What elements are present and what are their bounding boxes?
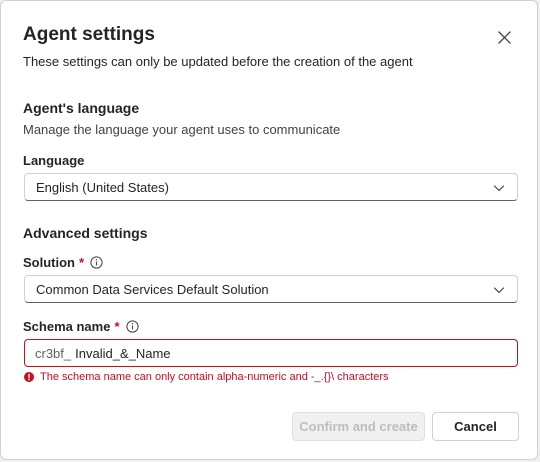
cancel-button[interactable]: Cancel [432,412,519,441]
language-selected-value: English (United States) [36,179,169,195]
language-label-text: Language [23,153,85,168]
error-text: The schema name can only contain alpha-n… [40,371,389,383]
language-section-description: Manage the language your agent uses to c… [23,122,341,137]
solution-label-text: Solution [23,255,75,270]
schema-name-label-text: Schema name [23,319,111,334]
close-icon [497,30,511,44]
schema-name-input[interactable]: cr3bf_ Invalid_&_Name [24,339,518,367]
required-marker: * [79,255,85,270]
schema-name-prefix: cr3bf_ [35,345,72,361]
chevron-down-icon [493,182,505,194]
solution-dropdown[interactable]: Common Data Services Default Solution [24,275,518,303]
dialog-title: Agent settings [23,24,155,45]
schema-name-error-message: The schema name can only contain alpha-n… [24,371,389,383]
advanced-section-title: Advanced settings [23,225,148,241]
info-icon[interactable] [125,320,139,333]
close-button[interactable] [495,28,513,46]
schema-name-field-label: Schema name * [23,319,139,334]
required-marker: * [114,319,120,334]
solution-selected-value: Common Data Services Default Solution [36,281,269,297]
error-circle-icon [24,372,34,382]
schema-name-value: Invalid_&_Name [75,345,171,361]
language-field-label: Language [23,153,84,168]
solution-field-label: Solution * [23,255,103,270]
language-dropdown[interactable]: English (United States) [24,173,518,201]
chevron-down-icon [493,284,505,296]
agent-settings-dialog: Agent settings These settings can only b… [0,0,538,460]
dialog-subtitle: These settings can only be updated befor… [23,54,413,69]
language-section-title: Agent's language [23,100,140,116]
confirm-and-create-button[interactable]: Confirm and create [292,412,425,441]
info-icon[interactable] [90,256,103,269]
